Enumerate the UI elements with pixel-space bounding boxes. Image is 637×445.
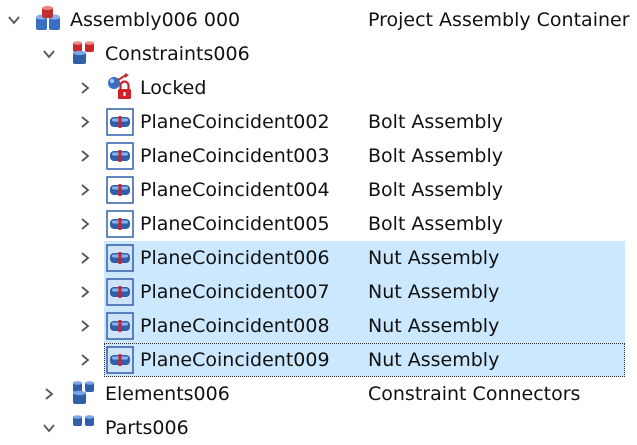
chevron-down-icon[interactable] bbox=[41, 420, 57, 436]
tree-row-constraint-selected[interactable]: PlaneCoincident009 Nut Assembly bbox=[0, 343, 637, 377]
tree-description: Nut Assembly bbox=[368, 315, 500, 337]
locked-constraint-icon bbox=[106, 73, 134, 101]
tree-label: PlaneCoincident005 bbox=[140, 213, 330, 235]
chevron-right-icon[interactable] bbox=[77, 352, 93, 368]
assembly-icon bbox=[34, 5, 62, 33]
plane-coincident-icon bbox=[106, 108, 134, 136]
parts-group-icon bbox=[70, 413, 98, 441]
tree-label: PlaneCoincident007 bbox=[140, 281, 330, 303]
assembly-tree: Assembly006 000 Project Assembly Contain… bbox=[0, 0, 637, 439]
tree-label: PlaneCoincident006 bbox=[140, 247, 330, 269]
tree-description: Bolt Assembly bbox=[368, 111, 504, 133]
tree-row-constraint[interactable]: PlaneCoincident003 Bolt Assembly bbox=[0, 139, 637, 173]
tree-row-constraint-selected[interactable]: PlaneCoincident007 Nut Assembly bbox=[0, 275, 637, 309]
chevron-right-icon[interactable] bbox=[77, 318, 93, 334]
plane-coincident-icon bbox=[106, 210, 134, 238]
tree-row-assembly[interactable]: Assembly006 000 Project Assembly Contain… bbox=[0, 3, 637, 37]
plane-coincident-icon bbox=[106, 346, 134, 374]
tree-label: Constraints006 bbox=[105, 43, 250, 65]
plane-coincident-icon bbox=[106, 176, 134, 204]
chevron-right-icon[interactable] bbox=[41, 386, 57, 402]
chevron-right-icon[interactable] bbox=[77, 250, 93, 266]
tree-row-parts[interactable]: Parts006 bbox=[0, 411, 637, 445]
tree-label: PlaneCoincident002 bbox=[140, 111, 330, 133]
tree-row-elements[interactable]: Elements006 Constraint Connectors bbox=[0, 377, 637, 411]
chevron-right-icon[interactable] bbox=[77, 148, 93, 164]
tree-description: Constraint Connectors bbox=[368, 383, 581, 405]
plane-coincident-icon bbox=[106, 312, 134, 340]
chevron-right-icon[interactable] bbox=[77, 284, 93, 300]
tree-row-constraints[interactable]: Constraints006 bbox=[0, 37, 637, 71]
chevron-right-icon[interactable] bbox=[77, 182, 93, 198]
tree-label: PlaneCoincident009 bbox=[140, 349, 330, 371]
plane-coincident-icon bbox=[106, 244, 134, 272]
tree-row-constraint-selected[interactable]: PlaneCoincident006 Nut Assembly bbox=[0, 241, 637, 275]
chevron-right-icon[interactable] bbox=[77, 80, 93, 96]
chevron-right-icon[interactable] bbox=[77, 216, 93, 232]
plane-coincident-icon bbox=[106, 278, 134, 306]
chevron-right-icon[interactable] bbox=[77, 114, 93, 130]
tree-description: Bolt Assembly bbox=[368, 179, 504, 201]
tree-label: Locked bbox=[140, 77, 207, 99]
tree-label: PlaneCoincident003 bbox=[140, 145, 330, 167]
chevron-down-icon[interactable] bbox=[6, 12, 22, 28]
tree-row-locked[interactable]: Locked bbox=[0, 71, 637, 105]
tree-row-constraint[interactable]: PlaneCoincident002 Bolt Assembly bbox=[0, 105, 637, 139]
tree-description: Bolt Assembly bbox=[368, 145, 504, 167]
tree-label: Elements006 bbox=[105, 383, 230, 405]
constraints-group-icon bbox=[70, 39, 98, 67]
tree-description: Bolt Assembly bbox=[368, 213, 504, 235]
tree-description: Nut Assembly bbox=[368, 281, 500, 303]
tree-row-constraint[interactable]: PlaneCoincident005 Bolt Assembly bbox=[0, 207, 637, 241]
elements-group-icon bbox=[70, 379, 98, 407]
tree-description: Project Assembly Container bbox=[368, 9, 630, 31]
tree-label: PlaneCoincident004 bbox=[140, 179, 330, 201]
plane-coincident-icon bbox=[106, 142, 134, 170]
tree-description: Nut Assembly bbox=[368, 349, 500, 371]
tree-row-constraint-selected[interactable]: PlaneCoincident008 Nut Assembly bbox=[0, 309, 637, 343]
tree-label: Parts006 bbox=[105, 417, 189, 439]
tree-label: PlaneCoincident008 bbox=[140, 315, 330, 337]
tree-row-constraint[interactable]: PlaneCoincident004 Bolt Assembly bbox=[0, 173, 637, 207]
chevron-down-icon[interactable] bbox=[41, 46, 57, 62]
tree-description: Nut Assembly bbox=[368, 247, 500, 269]
tree-label: Assembly006 000 bbox=[70, 9, 241, 31]
